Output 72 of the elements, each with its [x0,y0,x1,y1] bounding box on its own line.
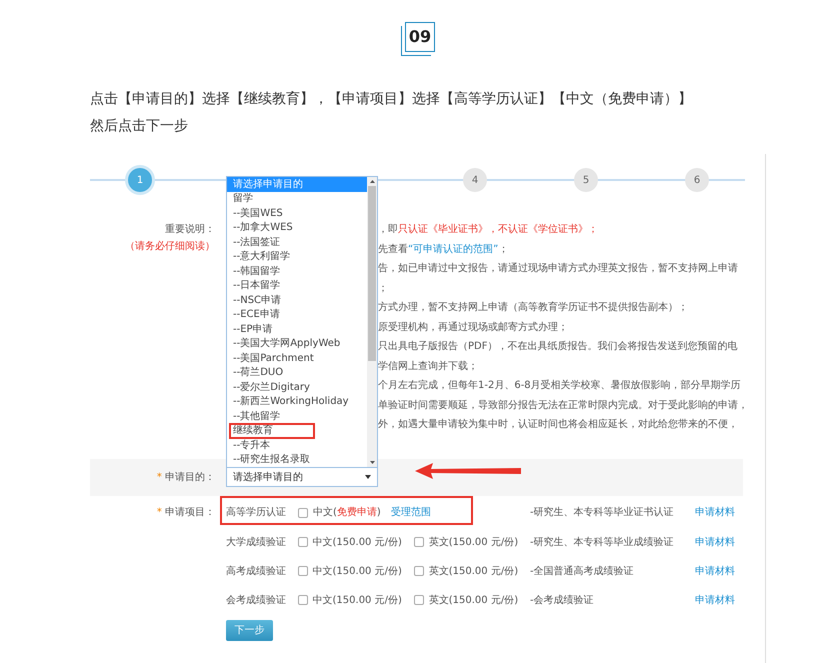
dropdown-option[interactable]: --意大利留学 [227,250,367,264]
project-name: 大学成绩验证 [226,536,287,550]
project-description: -研究生、本专科等毕业证书认证 [530,506,675,520]
notice-hint: （请务必仔细阅读） [125,240,215,254]
dropdown-option[interactable]: --其他留学 [227,409,367,424]
project-description: -会考成绩验证 [530,594,595,608]
notice-text: 告，如已申请过中文报告，请通过现场申请方式办理英文报告，暂不支持网上申请 [378,262,738,276]
instruction-text: 然后点击下一步 [90,117,188,136]
dropdown-option[interactable]: --法国签证 [227,235,367,250]
checkbox[interactable] [298,537,308,547]
scrollbar-thumb[interactable] [368,186,376,361]
notice-text: 原受理机构，再通过现场或邮寄方式办理； [378,320,568,334]
option-label: 中文(150.00 元/份) [312,564,402,578]
dropdown-option[interactable]: --韩国留学 [227,264,367,278]
project-description: -全国普通高考成绩验证 [530,564,635,578]
field-label: * 申请目的： [156,470,215,484]
instruction-text: 点击【申请目的】选择【继续教育】，【申请项目】选择【高等学历认证】【中文（免费申请）】 [90,90,692,109]
notice-text: 个月左右完成，但每年1-2月、6-8月受相关学校寒、暑假放假影响，部分早期学历 [378,378,741,393]
project-name: 高等学历认证 [226,506,287,520]
dropdown-caret-icon [365,475,371,479]
notice-text: 只出具电子版报告（PDF），不在出具纸质报告。我们会将报告发送到您预留的电 [378,340,738,354]
materials-link[interactable]: 申请材料 [695,505,735,520]
dropdown-option[interactable]: --EP申请 [227,322,367,336]
option-label: 英文(150.00 元/份) [428,536,518,550]
project-name: 高考成绩验证 [226,564,287,578]
dropdown-option[interactable]: --美国大学网ApplyWeb [227,336,367,351]
project-name: 会考成绩验证 [226,594,287,608]
step-marker: 6 [685,168,709,192]
notice-text: 先查看“可申请认证的范围”； [378,242,508,256]
checkbox[interactable] [414,595,424,605]
checkbox[interactable] [298,595,308,605]
dropdown-option[interactable]: --新西兰WorkingHoliday [227,394,367,409]
materials-link[interactable]: 申请材料 [695,564,735,578]
step-marker: 1 [128,168,152,192]
notice-label: 重要说明： [165,222,215,237]
dropdown-option[interactable]: --荷兰DUO [227,366,367,380]
step-marker: 5 [574,168,598,192]
notice-text: 外，如遇大量申请较为集中时，认证时间也将会相应延长，对此给您带来的不便， [378,418,738,432]
purpose-select[interactable]: 请选择申请目的 [226,467,378,487]
materials-link[interactable]: 申请材料 [695,534,735,550]
option-label: 中文(免费申请) [313,506,381,520]
scroll-down-arrow-icon[interactable] [370,461,374,464]
dropdown-option[interactable]: --日本留学 [227,278,367,293]
notice-text: ，即只认证《毕业证书》，不认证《学位证书》； [378,222,598,237]
project-description: -研究生、本专科等毕业成绩验证 [530,536,675,550]
dropdown-option[interactable]: --爱尔兰Digitary [227,380,367,394]
materials-link[interactable]: 申请材料 [695,592,735,608]
notice-text: 学信网上查询并下载； [378,360,478,374]
option-label: 中文(150.00 元/份) [312,594,402,608]
option-label: 英文(150.00 元/份) [428,594,518,608]
dropdown-option[interactable]: --加拿大WES [227,220,367,235]
field-label: * 申请项目： [156,506,215,520]
option-label: 英文(150.00 元/份) [428,564,518,578]
checkbox[interactable] [298,566,308,576]
dropdown-option[interactable]: 继续教育 [227,424,367,438]
notice-text: ； [378,282,388,296]
dropdown-option[interactable]: --美国WES [227,206,367,220]
dropdown-option[interactable]: --NSC申请 [227,293,367,308]
dropdown-option[interactable]: --ECE申请 [227,308,367,322]
notice-text: 方式办理，暂不支持网上申请（高等教育学历证书不提供报告副本）； [378,300,688,315]
scope-link[interactable]: 受理范围 [391,505,431,520]
option-label: 中文(150.00 元/份) [312,536,402,550]
checkbox[interactable] [298,508,308,518]
checkbox[interactable] [414,537,424,547]
dropdown-option[interactable]: --美国Parchment [227,351,367,366]
dropdown-option[interactable]: --专升本 [227,438,367,452]
step-marker: 4 [463,168,487,192]
scroll-up-arrow-icon[interactable] [370,180,374,183]
checkbox[interactable] [414,566,424,576]
dropdown-option[interactable]: 留学 [227,192,367,206]
dropdown-option[interactable]: --研究生报名录取 [227,452,367,467]
notice-text: 单验证时间需要顺延，导致部分报告无法在正常时限内完成。对于受此影响的申请， [378,398,748,412]
